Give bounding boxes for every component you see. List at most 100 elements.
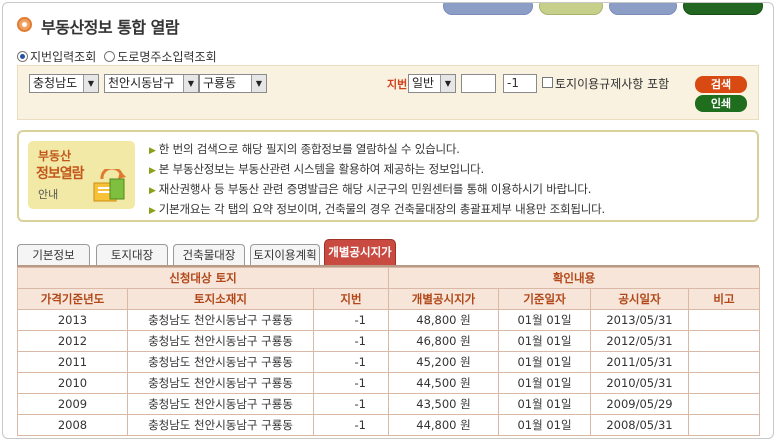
bullet-arrow-icon: ▶ — [149, 146, 156, 156]
info-line: ▶ 기본개요는 각 탭의 요약 정보이며, 건축물의 경우 건축물대장의 총괄표제… — [149, 200, 605, 220]
cell-jibun: -1 — [313, 393, 389, 415]
table-row: 2011 충청남도 천안시동남구 구룡동 -1 45,200 원 01월 01일… — [17, 351, 761, 373]
top-nav-button-4[interactable] — [683, 3, 763, 15]
info-box: 부동산 정보열람 안내 ▶ 한 번의 검색으로 해당 필지의 종합정보를 열람하실… — [17, 130, 759, 222]
sigungu-select[interactable]: 천안시동남구 ▼ — [104, 74, 199, 93]
cell-notice-date: 2013/05/31 — [590, 309, 689, 331]
cell-note — [687, 393, 761, 415]
cell-year: 2011 — [17, 351, 128, 373]
cell-jibun: -1 — [313, 414, 389, 436]
cell-notice-date: 2009/05/29 — [590, 393, 689, 415]
cell-jibun: -1 — [313, 330, 389, 352]
cell-price: 44,800 원 — [388, 414, 499, 436]
cell-price: 48,800 원 — [388, 309, 499, 331]
top-nav-button-2[interactable] — [539, 3, 603, 15]
info-line-text: 기본개요는 각 탭의 요약 정보이며, 건축물의 경우 건축물대장의 총괄표제부… — [158, 202, 606, 216]
jibun-type-value: 일반 — [412, 76, 435, 90]
table-row: 2010 충청남도 천안시동남구 구룡동 -1 44,500 원 01월 01일… — [17, 372, 761, 394]
land-price-table: 신청대상 토지 확인내용 가격기준년도 토지소재지 지번 개별공시지가 기준일자… — [17, 267, 761, 436]
bonbun-input[interactable] — [461, 74, 496, 93]
chevron-down-icon: ▼ — [251, 75, 266, 92]
cell-location: 충청남도 천안시동남구 구룡동 — [127, 372, 314, 394]
top-nav-button-1[interactable] — [443, 3, 533, 15]
cell-year: 2013 — [17, 309, 128, 331]
tab-land-use-plan[interactable]: 토지이용계획 — [250, 244, 320, 265]
column-header: 지번 — [313, 288, 389, 310]
table-row: 2008 충청남도 천안시동남구 구룡동 -1 44,800 원 01월 01일… — [17, 414, 761, 436]
cell-base-date: 01월 01일 — [498, 393, 591, 415]
sido-select[interactable]: 충청남도 ▼ — [29, 74, 99, 93]
bullet-arrow-icon: ▶ — [149, 166, 156, 176]
search-panel: 충청남도 ▼ 천안시동남구 ▼ 구룡동 ▼ 지번 일반 ▼ -1 토지이용규제사… — [17, 65, 759, 120]
cell-location: 충청남도 천안시동남구 구룡동 — [127, 330, 314, 352]
include-regulation-checkbox[interactable] — [542, 77, 553, 88]
sido-select-value: 충청남도 — [33, 76, 78, 90]
cell-note — [687, 414, 761, 436]
cell-base-date: 01월 01일 — [498, 351, 591, 373]
info-line-text: 재산권행사 등 부동산 관련 증명발급은 해당 시군구의 민원센터를 통해 이용… — [158, 182, 592, 196]
tab-building-register[interactable]: 건축물대장 — [173, 244, 245, 265]
cell-location: 충청남도 천안시동남구 구룡동 — [127, 351, 314, 373]
chevron-down-icon: ▼ — [83, 75, 98, 92]
column-header: 개별공시지가 — [388, 288, 499, 310]
cell-location: 충청남도 천안시동남구 구룡동 — [127, 309, 314, 331]
info-badge: 부동산 정보열람 안내 — [28, 141, 135, 209]
cell-year: 2010 — [17, 372, 128, 394]
chevron-down-icon: ▼ — [183, 75, 198, 92]
table-row: 2009 충청남도 천안시동남구 구룡동 -1 43,500 원 01월 01일… — [17, 393, 761, 415]
cell-location: 충청남도 천안시동남구 구룡동 — [127, 393, 314, 415]
info-line-text: 본 부동산정보는 부동산관련 시스템을 활용하여 제공하는 정보입니다. — [158, 162, 484, 176]
cell-year: 2009 — [17, 393, 128, 415]
jibun-type-select[interactable]: 일반 ▼ — [408, 74, 456, 93]
cell-note — [687, 330, 761, 352]
table-header-row: 가격기준년도 토지소재지 지번 개별공시지가 기준일자 공시일자 비고 — [17, 288, 761, 310]
search-mode-radio-group: 지번입력조회 도로명주소입력조회 — [17, 48, 225, 65]
column-header: 가격기준년도 — [17, 288, 128, 310]
group-header-confirmation: 확인내용 — [387, 267, 761, 289]
cell-price: 46,800 원 — [388, 330, 499, 352]
dong-select-value: 구룡동 — [203, 76, 237, 90]
radio-road-address-search[interactable] — [104, 51, 116, 62]
cell-price: 45,200 원 — [388, 351, 499, 373]
info-line: ▶ 한 번의 검색으로 해당 필지의 종합정보를 열람하실 수 있습니다. — [149, 140, 605, 160]
bubun-input[interactable]: -1 — [503, 74, 537, 93]
cell-note — [687, 372, 761, 394]
sigungu-select-value: 천안시동남구 — [108, 76, 175, 90]
radio-jibun-search[interactable] — [17, 51, 28, 62]
cell-notice-date: 2010/05/31 — [590, 372, 689, 394]
tab-land-register[interactable]: 토지대장 — [96, 244, 168, 265]
info-lines: ▶ 한 번의 검색으로 해당 필지의 종합정보를 열람하실 수 있습니다. ▶ 본 … — [149, 140, 605, 220]
dong-select[interactable]: 구룡동 ▼ — [199, 74, 267, 93]
tab-basic-info[interactable]: 기본정보 — [17, 244, 90, 265]
tab-individual-land-price[interactable]: 개별공시지가 — [324, 239, 396, 265]
badge-line-1: 부동산 — [38, 149, 72, 163]
column-header: 토지소재지 — [127, 288, 314, 310]
cell-year: 2008 — [17, 414, 128, 436]
info-line-text: 한 번의 검색으로 해당 필지의 종합정보를 열람하실 수 있습니다. — [158, 142, 460, 156]
cell-jibun: -1 — [313, 372, 389, 394]
cell-base-date: 01월 01일 — [498, 309, 591, 331]
document-stack-icon — [93, 169, 126, 202]
cell-notice-date: 2012/05/31 — [590, 330, 689, 352]
cell-year: 2012 — [17, 330, 128, 352]
table-row: 2012 충청남도 천안시동남구 구룡동 -1 46,800 원 01월 01일… — [17, 330, 761, 352]
cell-jibun: -1 — [313, 309, 389, 331]
cell-base-date: 01월 01일 — [498, 330, 591, 352]
search-button[interactable]: 검색 — [695, 76, 747, 93]
print-button[interactable]: 인쇄 — [695, 95, 747, 112]
bullet-arrow-icon: ▶ — [149, 186, 156, 196]
jibun-label: 지번 — [387, 78, 408, 91]
title-bullet-icon — [17, 17, 32, 32]
chevron-down-icon: ▼ — [440, 75, 455, 92]
radio-road-address-label[interactable]: 도로명주소입력조회 — [117, 48, 216, 65]
group-header-target-land: 신청대상 토지 — [17, 267, 389, 289]
cell-base-date: 01월 01일 — [498, 414, 591, 436]
info-line: ▶ 본 부동산정보는 부동산관련 시스템을 활용하여 제공하는 정보입니다. — [149, 160, 605, 180]
cell-note — [687, 351, 761, 373]
radio-jibun-label[interactable]: 지번입력조회 — [30, 48, 96, 65]
include-regulation-label[interactable]: 토지이용규제사항 포함 — [555, 75, 669, 92]
cell-notice-date: 2011/05/31 — [590, 351, 689, 373]
cell-note — [687, 309, 761, 331]
page-title: 부동산정보 통합 열람 — [41, 18, 180, 37]
top-nav-button-3[interactable] — [609, 3, 677, 15]
